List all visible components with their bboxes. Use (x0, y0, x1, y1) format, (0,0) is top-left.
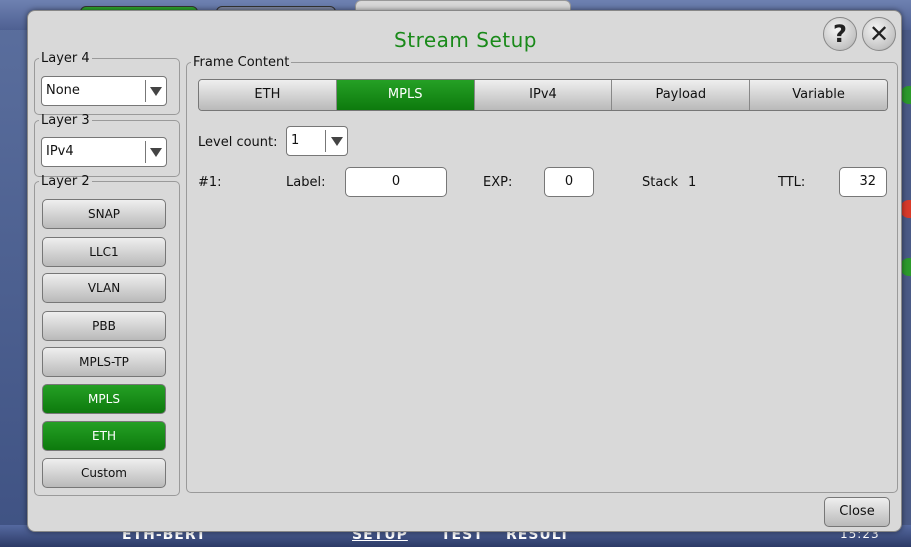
dialog-title: Stream Setup (394, 28, 537, 52)
ttl-caption: TTL: (778, 175, 806, 190)
layer3-value: IPv4 (46, 144, 74, 159)
layer2-mpls-button[interactable]: MPLS (42, 384, 166, 414)
stack-value: 1 (688, 175, 697, 190)
stream-setup-dialog: Stream Setup ? ✕ Layer 4 None Layer 3 IP… (27, 10, 902, 532)
exp-caption: EXP: (483, 175, 513, 190)
frame-content-legend: Frame Content (193, 55, 290, 70)
layer2-eth-button[interactable]: ETH (42, 421, 166, 451)
layer2-llc1-button[interactable]: LLC1 (42, 237, 166, 267)
tab-mpls[interactable]: MPLS (336, 80, 475, 110)
level-count-select[interactable]: 1 (286, 126, 348, 156)
layer2-snap-button[interactable]: SNAP (42, 199, 166, 229)
layer4-value: None (46, 83, 80, 98)
layer3-legend: Layer 3 (41, 113, 90, 128)
layer2-vlan-button[interactable]: VLAN (42, 273, 166, 303)
frame-content-tabs: ETH MPLS IPv4 Payload Variable (198, 79, 888, 111)
tab-variable[interactable]: Variable (750, 80, 887, 110)
layer2-legend: Layer 2 (41, 174, 90, 189)
exp-field[interactable]: 0 (544, 167, 594, 197)
level-count-label: Level count: (198, 135, 278, 150)
close-button[interactable]: Close (824, 497, 890, 527)
layer2-custom-button[interactable]: Custom (42, 458, 166, 488)
level-count-value: 1 (291, 133, 300, 148)
tab-payload[interactable]: Payload (612, 80, 751, 110)
ttl-field[interactable]: 32 (839, 167, 887, 197)
chevron-down-icon (150, 87, 162, 96)
layer3-select[interactable]: IPv4 (41, 137, 167, 167)
label-caption: Label: (286, 175, 326, 190)
help-button[interactable]: ? (823, 17, 857, 51)
chevron-down-icon (150, 148, 162, 157)
close-x-button[interactable]: ✕ (862, 17, 896, 51)
layer2-mpls-tp-button[interactable]: MPLS-TP (42, 347, 166, 377)
label-field[interactable]: 0 (345, 167, 447, 197)
frame-content-group: Frame Content (186, 55, 898, 493)
row-index: #1: (198, 175, 222, 190)
tab-eth[interactable]: ETH (199, 80, 337, 110)
layer4-select[interactable]: None (41, 76, 167, 106)
stack-caption: Stack (642, 175, 678, 190)
tab-ipv4[interactable]: IPv4 (474, 80, 613, 110)
layer2-pbb-button[interactable]: PBB (42, 311, 166, 341)
chevron-down-icon (331, 137, 343, 146)
layer4-legend: Layer 4 (41, 51, 90, 66)
